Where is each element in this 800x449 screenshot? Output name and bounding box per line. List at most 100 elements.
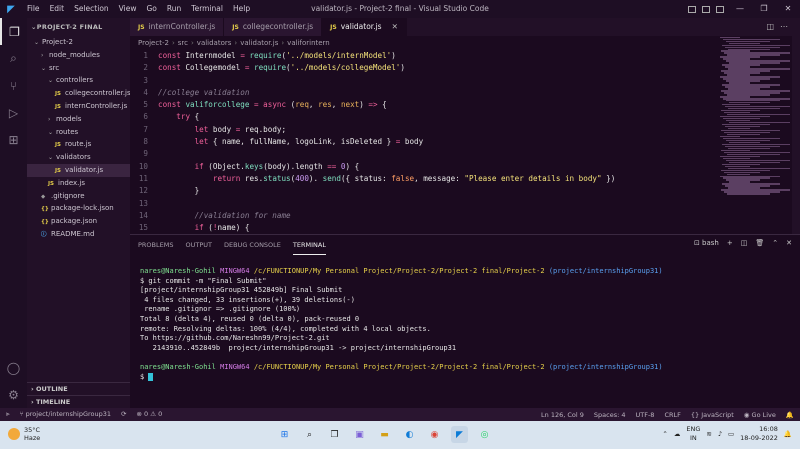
- wifi-icon[interactable]: ≋: [706, 430, 711, 438]
- vscode-taskbar-icon[interactable]: ◤: [451, 426, 468, 443]
- toggle-sidebar-icon[interactable]: [688, 5, 696, 13]
- explorer-root-header[interactable]: ⌄PROJECT-2 FINAL: [27, 18, 130, 36]
- toggle-panel-icon[interactable]: [702, 5, 710, 13]
- notification-center-icon[interactable]: 🔔: [784, 430, 792, 438]
- search-icon[interactable]: ⌕: [301, 426, 318, 443]
- tree-item[interactable]: JS internController.js: [27, 100, 130, 113]
- split-terminal-icon[interactable]: ◫: [741, 239, 748, 247]
- more-actions-icon[interactable]: ⋯: [780, 22, 794, 31]
- indentation[interactable]: Spaces: 4: [594, 411, 626, 419]
- clock[interactable]: 16:08 18-09-2022: [740, 425, 778, 443]
- tree-item[interactable]: {} package-lock.json: [27, 202, 130, 215]
- problems-indicator[interactable]: ⊗ 0 ⚠ 0: [137, 410, 163, 419]
- notifications-icon[interactable]: 🔔: [786, 411, 794, 419]
- split-editor-icon[interactable]: ◫: [766, 22, 780, 31]
- terminal-shell-selector[interactable]: ⊡ bash: [694, 239, 719, 247]
- breadcrumb-item[interactable]: validator.js: [240, 39, 278, 47]
- menu-run[interactable]: Run: [162, 0, 186, 18]
- file-explorer-icon[interactable]: ▬: [376, 426, 393, 443]
- weather-widget[interactable]: 35°C Haze: [8, 426, 40, 442]
- code-line: 12 }: [130, 185, 720, 197]
- settings-gear-icon[interactable]: ⚙: [0, 381, 27, 408]
- tab-collegecontroller-js[interactable]: JS collegecontroller.js: [224, 18, 323, 36]
- whatsapp-icon[interactable]: ◎: [476, 426, 493, 443]
- account-icon[interactable]: ◯: [0, 354, 27, 381]
- code-token: "Please enter details in body": [464, 173, 602, 183]
- edge-icon[interactable]: ◐: [401, 426, 418, 443]
- volume-icon[interactable]: ♪: [718, 430, 722, 438]
- chrome-icon[interactable]: ◉: [426, 426, 443, 443]
- minimap[interactable]: [720, 36, 790, 234]
- line-number: 5: [143, 100, 148, 110]
- code-editor[interactable]: 1 const Internmodel = require('../models/…: [130, 50, 720, 234]
- kill-terminal-icon[interactable]: 🗑: [755, 239, 764, 247]
- timeline-section[interactable]: › TIMELINE: [27, 395, 130, 408]
- close-tab-icon[interactable]: ✕: [392, 22, 398, 31]
- show-hidden-icons-icon[interactable]: ⌃: [662, 430, 667, 438]
- panel-tab-problems[interactable]: PROBLEMS: [138, 236, 173, 254]
- extensions-icon[interactable]: ⊞: [0, 126, 27, 153]
- maximize-button[interactable]: ❐: [752, 0, 776, 18]
- tree-item[interactable]: ⌄ controllers: [27, 74, 130, 87]
- tree-item[interactable]: ◆ .gitignore: [27, 190, 130, 203]
- new-terminal-icon[interactable]: +: [727, 239, 733, 247]
- language-indicator[interactable]: ENG IN: [686, 425, 700, 443]
- explorer-icon[interactable]: ❐: [0, 18, 27, 45]
- encoding[interactable]: UTF-8: [636, 411, 655, 419]
- tree-item[interactable]: ⓘ README.md: [27, 228, 130, 241]
- battery-icon[interactable]: ▭: [728, 430, 734, 438]
- menu-file[interactable]: File: [22, 0, 45, 18]
- menu-selection[interactable]: Selection: [69, 0, 114, 18]
- tree-item[interactable]: ⌄ routes: [27, 126, 130, 139]
- source-control-icon[interactable]: ⑂: [0, 72, 27, 99]
- language-mode[interactable]: {} JavaScript: [691, 411, 734, 419]
- close-panel-icon[interactable]: ✕: [786, 239, 792, 247]
- minimize-button[interactable]: —: [728, 0, 752, 18]
- remote-icon[interactable]: ⫸: [6, 410, 10, 419]
- menu-terminal[interactable]: Terminal: [186, 0, 228, 18]
- breadcrumb-item[interactable]: src: [178, 39, 188, 47]
- breadcrumb-item[interactable]: Project-2: [138, 39, 169, 47]
- maximize-panel-icon[interactable]: ⌃: [772, 239, 778, 247]
- tab-interncontroller-js[interactable]: JS internController.js: [130, 18, 225, 36]
- panel-tab-output[interactable]: OUTPUT: [185, 236, 212, 254]
- go-live-button[interactable]: ◉ Go Live: [744, 411, 776, 419]
- search-icon[interactable]: ⌕: [0, 45, 27, 72]
- tree-item[interactable]: ⌄ Project-2: [27, 36, 130, 49]
- chat-icon[interactable]: ▣: [351, 426, 368, 443]
- editor-scrollbar[interactable]: [792, 36, 800, 234]
- branch-indicator[interactable]: ⑂ project/internshipGroup31: [20, 410, 111, 419]
- tree-item[interactable]: ⌄ validators: [27, 151, 130, 164]
- tree-item[interactable]: › node_modules: [27, 49, 130, 62]
- line-ending[interactable]: CRLF: [664, 411, 680, 419]
- cursor-position[interactable]: Ln 126, Col 9: [541, 411, 584, 419]
- tab-validator-js[interactable]: JS validator.js ✕: [322, 18, 407, 36]
- tree-item[interactable]: JS validator.js: [27, 163, 130, 177]
- tree-item[interactable]: JS index.js: [27, 177, 130, 190]
- menu-help[interactable]: Help: [228, 0, 255, 18]
- windows-start-icon[interactable]: ⊞: [276, 426, 293, 443]
- terminal-input-line[interactable]: $: [140, 372, 790, 383]
- tree-item[interactable]: › models: [27, 113, 130, 126]
- terminal-output[interactable]: nares@Naresh-Gohil MINGW64 /c/FUNCTIONUP…: [130, 255, 800, 382]
- run-debug-icon[interactable]: ▷: [0, 99, 27, 126]
- panel-tab-terminal[interactable]: TERMINAL: [292, 236, 326, 255]
- breadcrumb-item[interactable]: valiforintern: [287, 39, 330, 47]
- toggle-secondary-sidebar-icon[interactable]: [716, 5, 724, 13]
- breadcrumb-item[interactable]: validators: [197, 39, 232, 47]
- tree-item[interactable]: ⌄ src: [27, 62, 130, 75]
- tree-item[interactable]: JS collegecontroller.js: [27, 87, 130, 100]
- tree-item[interactable]: JS route.js: [27, 138, 130, 151]
- tree-item[interactable]: {} package.json: [27, 215, 130, 228]
- menu-view[interactable]: View: [114, 0, 142, 18]
- code-token: =: [235, 124, 245, 134]
- panel-tab-debug-console[interactable]: DEBUG CONSOLE: [224, 236, 281, 254]
- tree-item-label: Project-2: [42, 38, 73, 46]
- sync-icon[interactable]: ⟳: [121, 410, 126, 419]
- close-button[interactable]: ✕: [776, 0, 800, 18]
- menu-edit[interactable]: Edit: [45, 0, 70, 18]
- menu-go[interactable]: Go: [141, 0, 161, 18]
- cloud-icon[interactable]: ☁: [674, 430, 681, 438]
- outline-section[interactable]: › OUTLINE: [27, 382, 130, 395]
- task-view-icon[interactable]: ❐: [326, 426, 343, 443]
